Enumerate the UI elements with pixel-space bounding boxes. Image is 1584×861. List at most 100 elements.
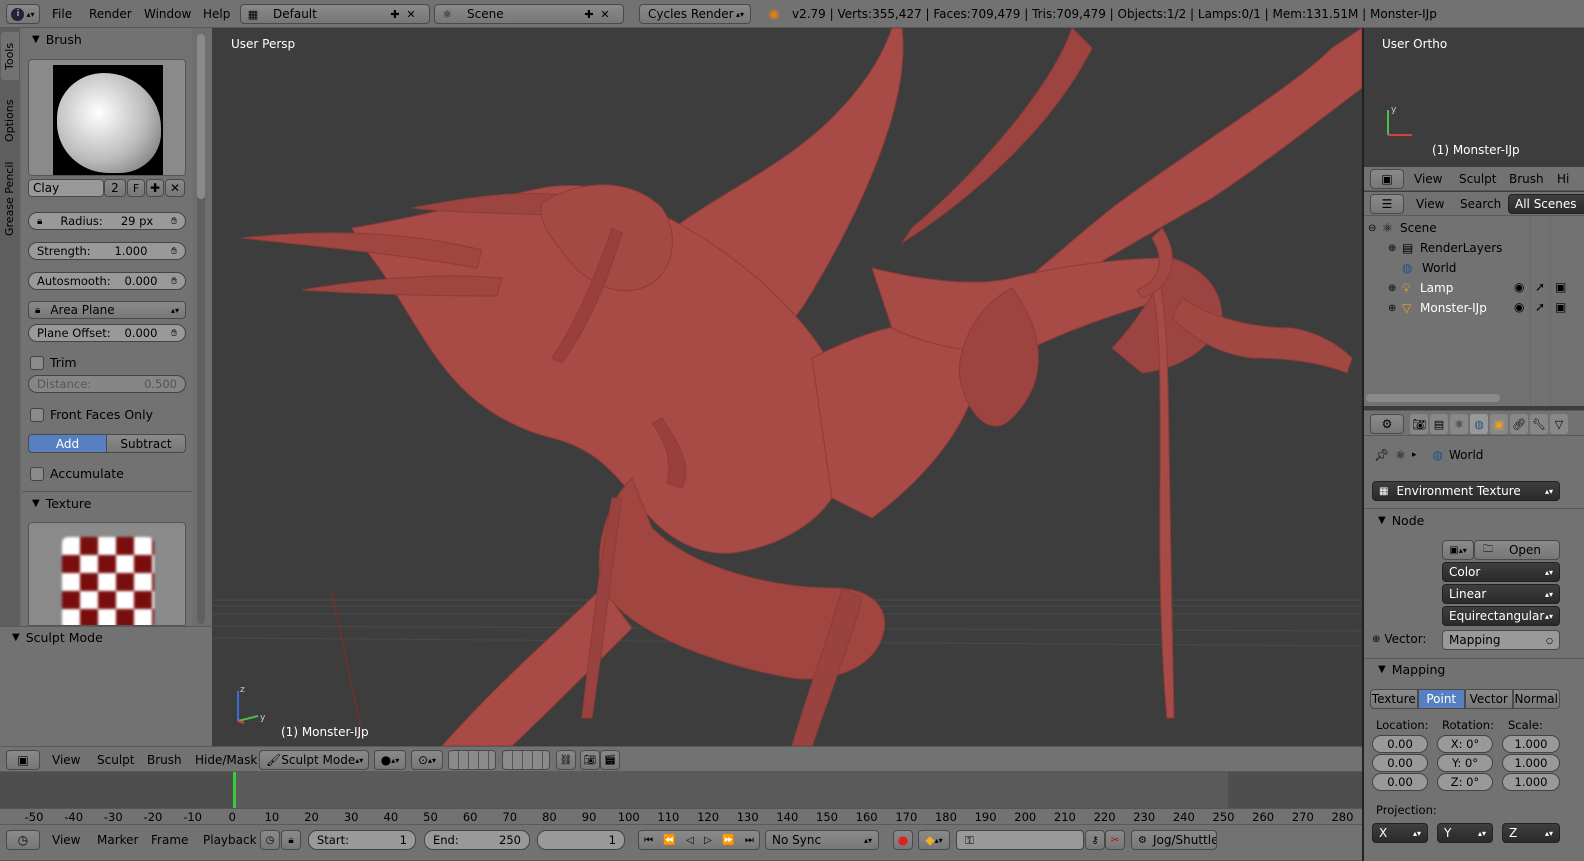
projection-mode-select[interactable]: Equirectangular ▴▾ [1442,606,1560,626]
mini-menu-sculpt[interactable]: Sculpt [1459,172,1496,186]
menu-hide-mask[interactable]: Hide/Mask [195,753,257,767]
scale-x-field[interactable]: 1.000 [1502,735,1560,753]
texture-preview[interactable] [28,522,186,626]
mapping-tab-vector[interactable]: Vector [1465,689,1513,709]
pressure-icon[interactable]: ✋︎ [171,246,177,257]
render-camera-icon[interactable]: ▣ [1555,280,1566,294]
next-keyframe-icon[interactable]: ⏩ [722,835,734,846]
end-frame-field[interactable]: End: 250 [424,830,530,850]
outliner-menu-view[interactable]: View [1416,197,1444,211]
shading-select[interactable]: ● ▴▾ [374,750,406,770]
mini-menu-hide[interactable]: Hi [1557,172,1569,186]
image-browse-button[interactable]: ▣ ▴▾ [1442,540,1474,560]
rotation-z-field[interactable]: Z: 0° [1437,773,1493,791]
node-panel-header[interactable]: ▼ Node [1378,513,1424,528]
select-cursor-icon[interactable]: ➚ [1535,300,1545,314]
delete-keyframe-button[interactable]: ✂ [1105,830,1125,850]
object-tab-icon[interactable]: ▣ [1490,414,1508,434]
pivot-select[interactable]: ⊙ ▴▾ [411,750,443,770]
visibility-eye-icon[interactable]: ◉ [1514,280,1524,294]
location-x-field[interactable]: 0.00 [1372,735,1428,753]
layers-group-2[interactable] [502,750,550,770]
interpolation-select[interactable]: Linear ▴▾ [1442,584,1560,604]
expand-icon[interactable]: ⊕ [1388,303,1402,314]
mini-menu-brush[interactable]: Brush [1509,172,1544,186]
jump-start-icon[interactable]: ⏮ [644,835,653,846]
menu-view[interactable]: View [52,753,80,767]
area-plane-select[interactable]: 🔒︎ Area Plane ▴▾ [28,301,186,319]
render-tab-icon[interactable]: 📷︎ [1410,414,1428,434]
accumulate-check[interactable] [30,466,44,481]
render-camera-icon[interactable]: ▣ [1555,300,1566,314]
projection-z-select[interactable]: Z ▴▾ [1502,823,1560,843]
trim-checkbox[interactable]: Trim [30,355,77,370]
select-cursor-icon[interactable]: ➚ [1535,280,1545,294]
pin-icon[interactable]: 📌︎ [1374,448,1389,462]
environment-texture-select[interactable]: ▦ Environment Texture ▴▾ [1372,481,1560,501]
front-faces-checkbox[interactable]: Front Faces Only [30,407,153,422]
lock-camera-button[interactable]: ⛓︎ [556,750,576,770]
expand-icon[interactable]: ⊖ [1368,223,1382,234]
rotation-y-field[interactable]: Y: 0° [1437,754,1493,772]
accumulate-checkbox[interactable]: Accumulate [30,466,124,481]
expand-icon[interactable]: ⊕ [1388,283,1402,294]
pressure-icon[interactable]: ✋︎ [171,328,177,339]
rotation-x-field[interactable]: X: 0° [1437,735,1493,753]
world-tab-icon[interactable]: ◍ [1470,414,1488,434]
location-y-field[interactable]: 0.00 [1372,754,1428,772]
outliner-row-monster[interactable]: ⊕ ▽ Monster-IJp [1388,298,1487,318]
mapping-panel-header[interactable]: ▼ Mapping [1378,662,1445,677]
editor-type-3dview-button[interactable]: ▣ [6,750,40,770]
brush-preview[interactable] [28,59,186,176]
mini-menu-view[interactable]: View [1414,172,1442,186]
menu-help[interactable]: Help [203,7,230,21]
outliner-row-world[interactable]: ◍ World [1402,258,1456,278]
current-frame-marker[interactable] [233,772,236,808]
front-faces-check[interactable] [30,407,44,422]
render-animation-button[interactable]: 🎬︎ [600,750,620,770]
add-button[interactable]: Add [28,434,107,453]
pressure-icon[interactable]: ✋︎ [171,216,177,227]
remove-layout-icon[interactable]: ✕ [403,6,419,22]
tab-options[interactable]: Options [1,84,19,146]
visibility-eye-icon[interactable]: ◉ [1514,300,1524,314]
active-keying-set-field[interactable]: ⚿ [956,830,1084,850]
add-layout-icon[interactable]: ✚ [387,6,403,22]
outliner-row-renderlayers[interactable]: ⊕ ▤ RenderLayers [1388,238,1502,258]
timeline[interactable]: -50 -40 -30 -20 -10 0 10 20 30 40 50 60 70 80 90 100 110… [0,772,1362,824]
menu-marker[interactable]: Marker [97,833,138,847]
outliner-row-scene[interactable]: ⊖ ⚛ Scene [1368,218,1437,238]
layers-tab-icon[interactable]: ▤ [1430,414,1448,434]
3d-viewport[interactable]: User Persp (1) Monster-IJp z y [212,28,1362,746]
unlink-brush-button[interactable]: ✕ [165,179,185,197]
insert-keyframe-button[interactable]: ⚷ [1085,830,1105,850]
outliner-menu-search[interactable]: Search [1460,197,1501,211]
menu-render[interactable]: Render [89,7,132,21]
scale-y-field[interactable]: 1.000 [1502,754,1560,772]
current-frame-field[interactable]: 1 [537,830,625,850]
open-image-button[interactable]: 🗀 Open [1474,540,1560,560]
brush-panel-header[interactable]: ▼ Brush [32,32,82,47]
data-tab-icon[interactable]: ▽ [1550,414,1568,434]
add-scene-icon[interactable]: ✚ [581,6,597,22]
preview-range-button[interactable]: ◷ [260,830,280,850]
tool-shelf-scrollbar[interactable] [197,34,205,624]
menu-sculpt[interactable]: Sculpt [97,753,134,767]
prev-keyframe-icon[interactable]: ⏪ [663,835,675,846]
layout-selector[interactable]: ▦ Default ✚ ✕ [240,4,430,24]
editor-type-properties-button[interactable]: ⚙ [1370,414,1404,434]
editor-type-timeline-button[interactable]: ◷ [6,830,40,850]
remove-scene-icon[interactable]: ✕ [597,6,613,22]
scale-z-field[interactable]: 1.000 [1502,773,1560,791]
mapping-tab-point[interactable]: Point [1417,689,1465,709]
menu-window[interactable]: Window [144,7,191,21]
expand-icon[interactable]: ⊕ [1388,243,1402,254]
tab-grease-pencil[interactable]: Grease Pencil [1,150,19,240]
jog-shuttle-button[interactable]: ⚙ Jog/Shuttle [1131,830,1217,850]
play-reverse-icon[interactable]: ◁ [686,835,694,846]
brush-name-field[interactable]: Clay [28,179,104,197]
menu-brush[interactable]: Brush [147,753,182,767]
color-space-select[interactable]: Color ▴▾ [1442,562,1560,582]
render-engine-select[interactable]: Cycles Render ▴▾ [639,4,751,24]
editor-type-mini-button[interactable]: ▣ [1370,169,1404,189]
